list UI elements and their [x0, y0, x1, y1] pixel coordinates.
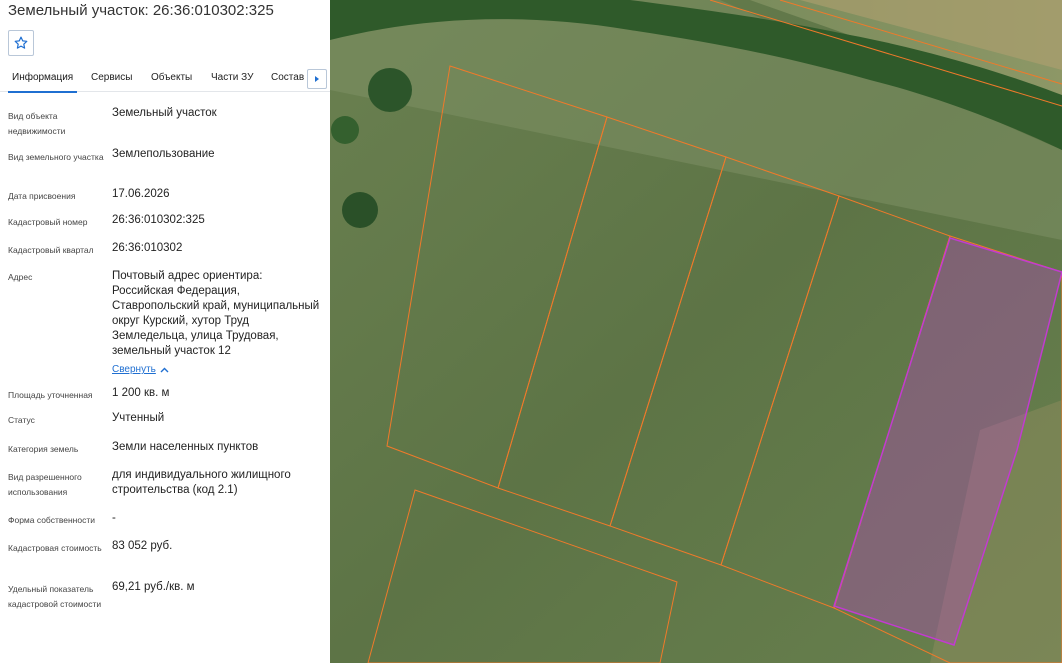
field-value: Учтенный	[112, 412, 165, 424]
field-label: Вид земельного участка	[8, 152, 104, 162]
chevron-up-icon	[160, 367, 169, 372]
field-value: Земли населенных пунктов	[112, 441, 259, 453]
favorite-button[interactable]	[8, 30, 34, 56]
field-label: Кадастровый номер	[8, 217, 88, 227]
field-value: 1 200 кв. м	[112, 387, 170, 399]
field-label: Категория земель	[8, 444, 79, 454]
page-title: Земельный участок: 26:36:010302:325	[8, 2, 274, 19]
collapse-link-label: Свернуть	[112, 364, 156, 375]
field-label: Форма собственности	[8, 515, 95, 525]
field-label: Адрес	[8, 272, 33, 282]
field-label: Вид объекта недвижимости	[8, 111, 66, 136]
field-value: 17.06.2026	[112, 188, 170, 200]
caret-right-icon	[315, 76, 319, 82]
field-label: Удельный показатель кадастровой стоимост…	[8, 584, 102, 609]
tab-composition[interactable]: Состав	[271, 64, 304, 92]
address-text: Почтовый адрес ориентира: Российская Фед…	[112, 270, 320, 357]
field-label: Дата присвоения	[8, 191, 76, 201]
star-outline-icon	[14, 36, 28, 49]
field-value: Земельный участок	[112, 107, 217, 119]
tree-cluster	[368, 68, 412, 112]
field-value: Землепользование	[112, 148, 215, 160]
tab-scroll-button[interactable]	[307, 69, 327, 89]
tab-services[interactable]: Сервисы	[91, 64, 132, 92]
field-value: Почтовый адрес ориентира: Российская Фед…	[112, 269, 324, 377]
tab-information[interactable]: Информация	[7, 64, 78, 93]
collapse-link[interactable]: Свернуть	[112, 362, 169, 377]
tab-objects[interactable]: Объекты	[151, 64, 192, 92]
field-value: -	[112, 512, 116, 524]
satellite-map	[330, 0, 1062, 663]
field-value: 69,21 руб./кв. м	[112, 581, 195, 593]
field-value: для индивидуального жилищного строительс…	[112, 469, 291, 496]
field-value: 26:36:010302	[112, 242, 183, 254]
tree-cluster	[342, 192, 378, 228]
tree-cluster	[331, 116, 359, 144]
map-view[interactable]	[330, 0, 1062, 663]
field-label: Кадастровая стоимость	[8, 543, 102, 553]
field-label: Кадастровый квартал	[8, 245, 94, 255]
info-panel: Земельный участок: 26:36:010302:325 Инфо…	[0, 0, 330, 663]
field-value: 83 052 руб.	[112, 540, 173, 552]
field-value: 26:36:010302:325	[112, 214, 205, 226]
field-label: Вид разрешенного использования	[8, 472, 82, 497]
field-label: Площадь уточненная	[8, 390, 93, 400]
tab-land-parts[interactable]: Части ЗУ	[211, 64, 253, 92]
field-label: Статус	[8, 415, 35, 425]
tab-bar: Информация Сервисы Объекты Части ЗУ Сост…	[0, 64, 330, 93]
